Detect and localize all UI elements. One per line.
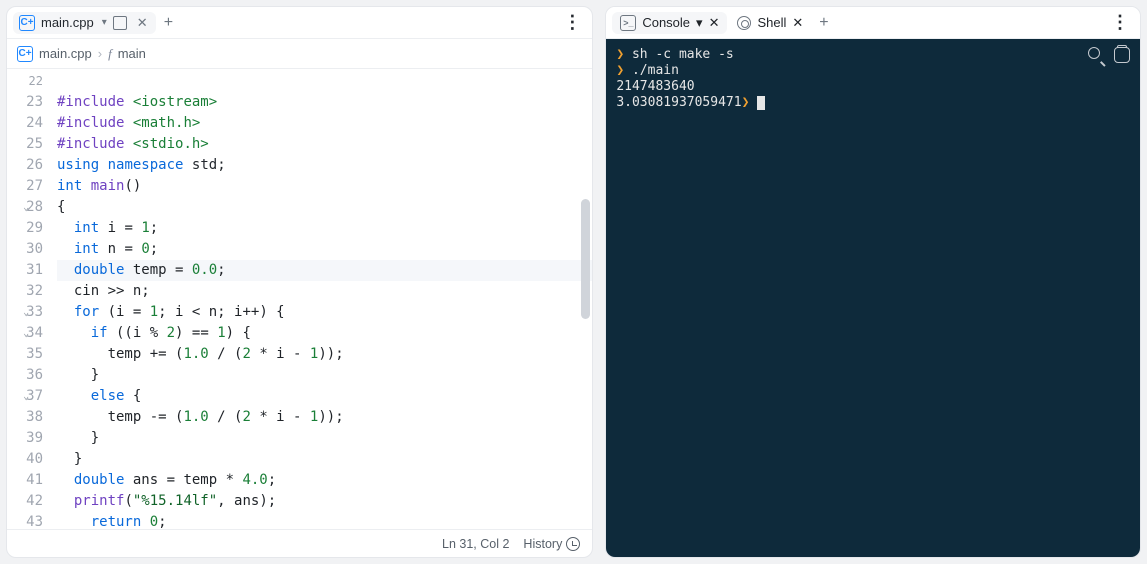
fold-icon[interactable]: ⌄	[23, 302, 29, 323]
code-line[interactable]: else {	[57, 386, 592, 407]
function-icon: f	[108, 46, 112, 62]
code-line[interactable]: #include <stdio.h>	[57, 134, 592, 155]
line-number: 30	[11, 239, 43, 260]
line-number: ⌄37	[11, 386, 43, 407]
tab-shell[interactable]: Shell ✕	[729, 12, 811, 34]
code-line[interactable]: int i = 1;	[57, 218, 592, 239]
code-line[interactable]: #include <math.h>	[57, 113, 592, 134]
gutter: 222324252627⌄2829303132⌄33⌄343536⌄373839…	[7, 69, 53, 529]
code-line[interactable]: }	[57, 449, 592, 470]
terminal-actions	[1088, 47, 1130, 63]
line-number: ⌄28	[11, 197, 43, 218]
history-label: History	[523, 537, 562, 551]
cpp-icon: C+	[17, 46, 33, 62]
code-line[interactable]: return 0;	[57, 512, 592, 529]
tab-main-cpp[interactable]: C+ main.cpp ▾ ✕	[13, 12, 156, 34]
terminal-line: ❯ ./main	[616, 63, 1130, 79]
line-number: 35	[11, 344, 43, 365]
line-number: 25	[11, 134, 43, 155]
close-icon[interactable]: ✕	[137, 15, 148, 31]
chevron-down-icon[interactable]: ▾	[102, 17, 107, 28]
code-line[interactable]: for (i = 1; i < n; i++) {	[57, 302, 592, 323]
line-number: 27	[11, 176, 43, 197]
code-line[interactable]: printf("%15.14lf", ans);	[57, 491, 592, 512]
terminal[interactable]: ❯ sh -c make -s❯ ./main21474836403.03081…	[606, 39, 1140, 557]
line-number: 36	[11, 365, 43, 386]
terminal-line: 2147483640	[616, 79, 1130, 95]
line-number: 24	[11, 113, 43, 134]
search-button[interactable]	[1088, 47, 1104, 63]
breadcrumb-sep: ›	[98, 46, 102, 61]
line-number: 39	[11, 428, 43, 449]
line-number: 43	[11, 512, 43, 529]
line-number: 38	[11, 407, 43, 428]
cursor-position[interactable]: Ln 31, Col 2	[442, 537, 509, 551]
file-icon[interactable]	[113, 16, 127, 30]
line-number: ⌄34	[11, 323, 43, 344]
cpp-icon: C+	[19, 15, 35, 31]
fold-icon[interactable]: ⌄	[23, 197, 29, 218]
editor-tabbar: C+ main.cpp ▾ ✕ + ⋮	[7, 7, 592, 39]
history-icon	[566, 537, 580, 551]
terminal-output: ❯ sh -c make -s❯ ./main21474836403.03081…	[616, 47, 1130, 111]
breadcrumb-fn[interactable]: main	[118, 46, 146, 61]
line-number: 26	[11, 155, 43, 176]
line-number: 40	[11, 449, 43, 470]
code-line[interactable]: double temp = 0.0;	[57, 260, 592, 281]
code-line[interactable]: double ans = temp * 4.0;	[57, 470, 592, 491]
shell-icon	[737, 16, 751, 30]
new-tab-button[interactable]: +	[158, 11, 179, 35]
code-line[interactable]: using namespace std;	[57, 155, 592, 176]
fold-icon[interactable]: ⌄	[23, 323, 29, 344]
tab-console-label: Console	[642, 15, 690, 30]
code-line[interactable]: {	[57, 197, 592, 218]
line-number: 42	[11, 491, 43, 512]
scrollbar-thumb[interactable]	[581, 199, 590, 319]
console-tabbar: >_ Console ▾ ✕ Shell ✕ + ⋮	[606, 7, 1140, 39]
code-line[interactable]: cin >> n;	[57, 281, 592, 302]
console-more-icon[interactable]: ⋮	[1105, 12, 1134, 33]
code-line[interactable]: temp -= (1.0 / (2 * i - 1));	[57, 407, 592, 428]
line-number: ⌄33	[11, 302, 43, 323]
editor-more-icon[interactable]: ⋮	[557, 12, 586, 33]
code-line[interactable]: int main()	[57, 176, 592, 197]
terminal-icon: >_	[620, 15, 636, 31]
chevron-down-icon[interactable]: ▾	[696, 15, 703, 31]
code-line[interactable]: int n = 0;	[57, 239, 592, 260]
tab-console[interactable]: >_ Console ▾ ✕	[612, 12, 727, 34]
search-icon	[1088, 47, 1100, 59]
code-area[interactable]: #include <iostream>#include <math.h>#inc…	[53, 69, 592, 529]
terminal-line: 3.03081937059471❯	[616, 95, 1130, 111]
close-icon[interactable]: ✕	[792, 15, 803, 31]
close-icon[interactable]: ✕	[709, 15, 720, 31]
terminal-line: ❯ sh -c make -s	[616, 47, 1130, 63]
new-console-tab-button[interactable]: +	[813, 11, 834, 35]
line-number: 29	[11, 218, 43, 239]
statusbar: Ln 31, Col 2 History	[7, 529, 592, 557]
fold-icon[interactable]: ⌄	[23, 386, 29, 407]
line-number: 41	[11, 470, 43, 491]
code-line[interactable]: }	[57, 365, 592, 386]
history-button[interactable]: History	[523, 537, 580, 551]
breadcrumb: C+ main.cpp › f main	[7, 39, 592, 69]
code-line[interactable]: temp += (1.0 / (2 * i - 1));	[57, 344, 592, 365]
code-line[interactable]: if ((i % 2) == 1) {	[57, 323, 592, 344]
tab-shell-label: Shell	[757, 15, 786, 30]
code-editor[interactable]: 222324252627⌄2829303132⌄33⌄343536⌄373839…	[7, 69, 592, 529]
code-line[interactable]: #include <iostream>	[57, 92, 592, 113]
tab-filename: main.cpp	[41, 15, 94, 30]
breadcrumb-file[interactable]: main.cpp	[39, 46, 92, 61]
console-panel: >_ Console ▾ ✕ Shell ✕ + ⋮ ❯ sh -c make …	[605, 6, 1141, 558]
line-number: 32	[11, 281, 43, 302]
editor-panel: C+ main.cpp ▾ ✕ + ⋮ C+ main.cpp › f main…	[6, 6, 593, 558]
code-line[interactable]: }	[57, 428, 592, 449]
line-number: 31	[11, 260, 43, 281]
clear-button[interactable]	[1114, 47, 1130, 63]
line-number: 23	[11, 92, 43, 113]
